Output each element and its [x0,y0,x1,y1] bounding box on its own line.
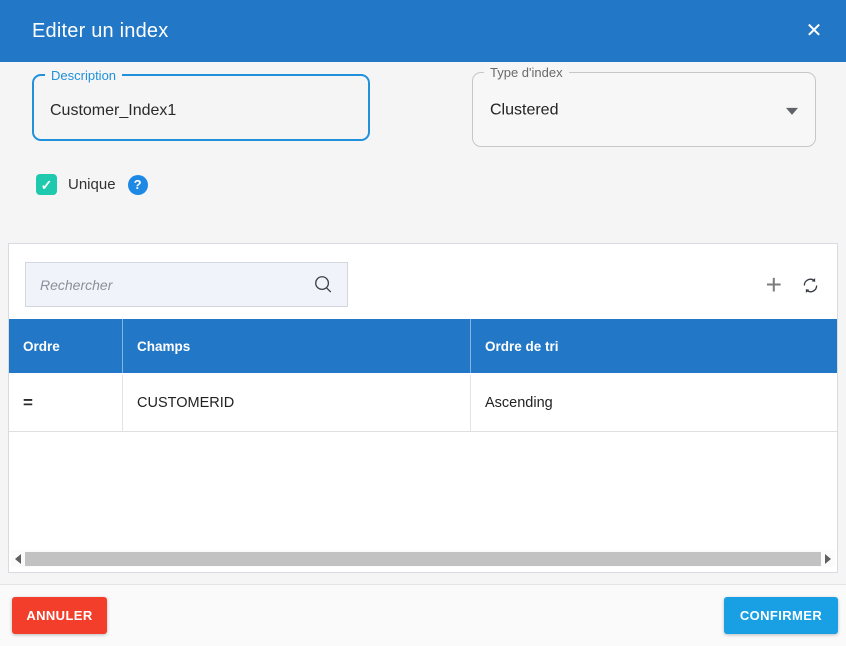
index-type-value: Clustered [490,101,558,119]
fields-table-card: + Ordre Champs Ordre de tri = [8,243,838,573]
table-row[interactable]: = CUSTOMERID Ascending [9,375,837,432]
cell-champs: CUSTOMERID [123,375,471,431]
unique-checkbox[interactable]: ✓ [36,174,57,195]
scrollbar-thumb[interactable] [25,552,821,566]
dialog-footer: ANNULER CONFIRMER [0,584,846,646]
scrollbar-left-arrow[interactable] [11,550,25,567]
confirm-button[interactable]: CONFIRMER [724,597,838,634]
drag-handle-icon[interactable]: = [23,393,33,413]
chevron-down-icon [786,107,798,114]
search-box [25,262,348,307]
search-icon[interactable] [312,273,335,296]
search-input[interactable] [40,277,312,293]
horizontal-scrollbar[interactable] [11,550,835,567]
unique-row: ✓ Unique ? [36,174,148,195]
page-title: Editer un index [32,20,168,43]
description-field[interactable]: Description [32,74,370,141]
help-icon[interactable]: ? [128,175,148,195]
index-type-label: Type d'index [484,64,569,81]
table-actions: + [766,274,821,296]
cancel-button[interactable]: ANNULER [12,597,107,634]
cell-ordre: = [9,375,123,431]
refresh-icon[interactable] [800,275,821,296]
table-header: Ordre Champs Ordre de tri [9,319,837,373]
description-input[interactable] [34,76,368,139]
column-header-ordre-de-tri: Ordre de tri [471,319,837,373]
index-type-select[interactable]: Type d'index Clustered [472,72,816,147]
unique-label: Unique [66,176,116,193]
scrollbar-right-arrow[interactable] [821,550,835,567]
add-field-button[interactable]: + [766,274,782,296]
column-header-champs: Champs [123,319,471,373]
description-label: Description [45,67,122,84]
edit-index-dialog: Editer un index ✕ Description Type d'ind… [0,0,846,646]
dialog-header: Editer un index ✕ [0,0,846,62]
column-header-ordre: Ordre [9,319,123,373]
cell-ordre-de-tri: Ascending [471,375,837,431]
checkmark-icon: ✓ [41,178,53,192]
close-icon[interactable]: ✕ [800,17,828,45]
